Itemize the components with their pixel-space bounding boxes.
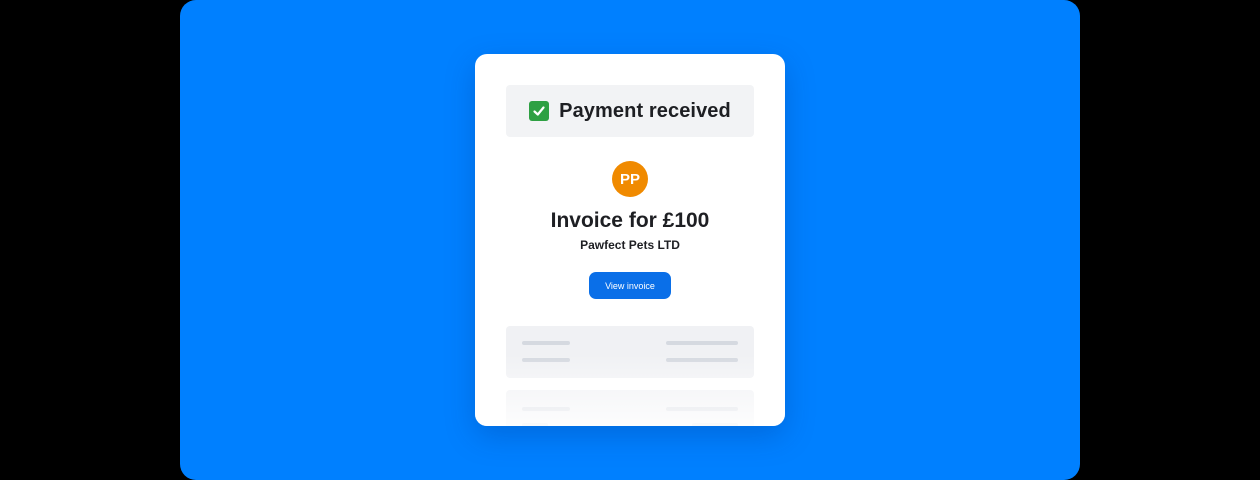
placeholder-line [522, 341, 570, 345]
company-name: Pawfect Pets LTD [580, 238, 680, 252]
notification-card: Payment received PP Invoice for £100 Paw… [475, 54, 785, 426]
placeholder-line [522, 358, 570, 362]
placeholder-row [506, 390, 754, 426]
hero-background: Payment received PP Invoice for £100 Paw… [180, 0, 1080, 480]
view-invoice-button[interactable]: View invoice [589, 272, 671, 299]
placeholder-line [692, 423, 738, 426]
placeholder-row [506, 326, 754, 378]
banner-title: Payment received [559, 99, 731, 122]
placeholder-line [666, 407, 738, 411]
avatar: PP [612, 161, 648, 197]
invoice-title: Invoice for £100 [550, 209, 710, 232]
placeholder-line [522, 407, 570, 411]
placeholder-line [522, 423, 548, 426]
check-mark-icon [529, 101, 550, 121]
payment-banner: Payment received [506, 85, 754, 137]
placeholder-line [666, 358, 738, 362]
placeholder-line [666, 341, 738, 345]
